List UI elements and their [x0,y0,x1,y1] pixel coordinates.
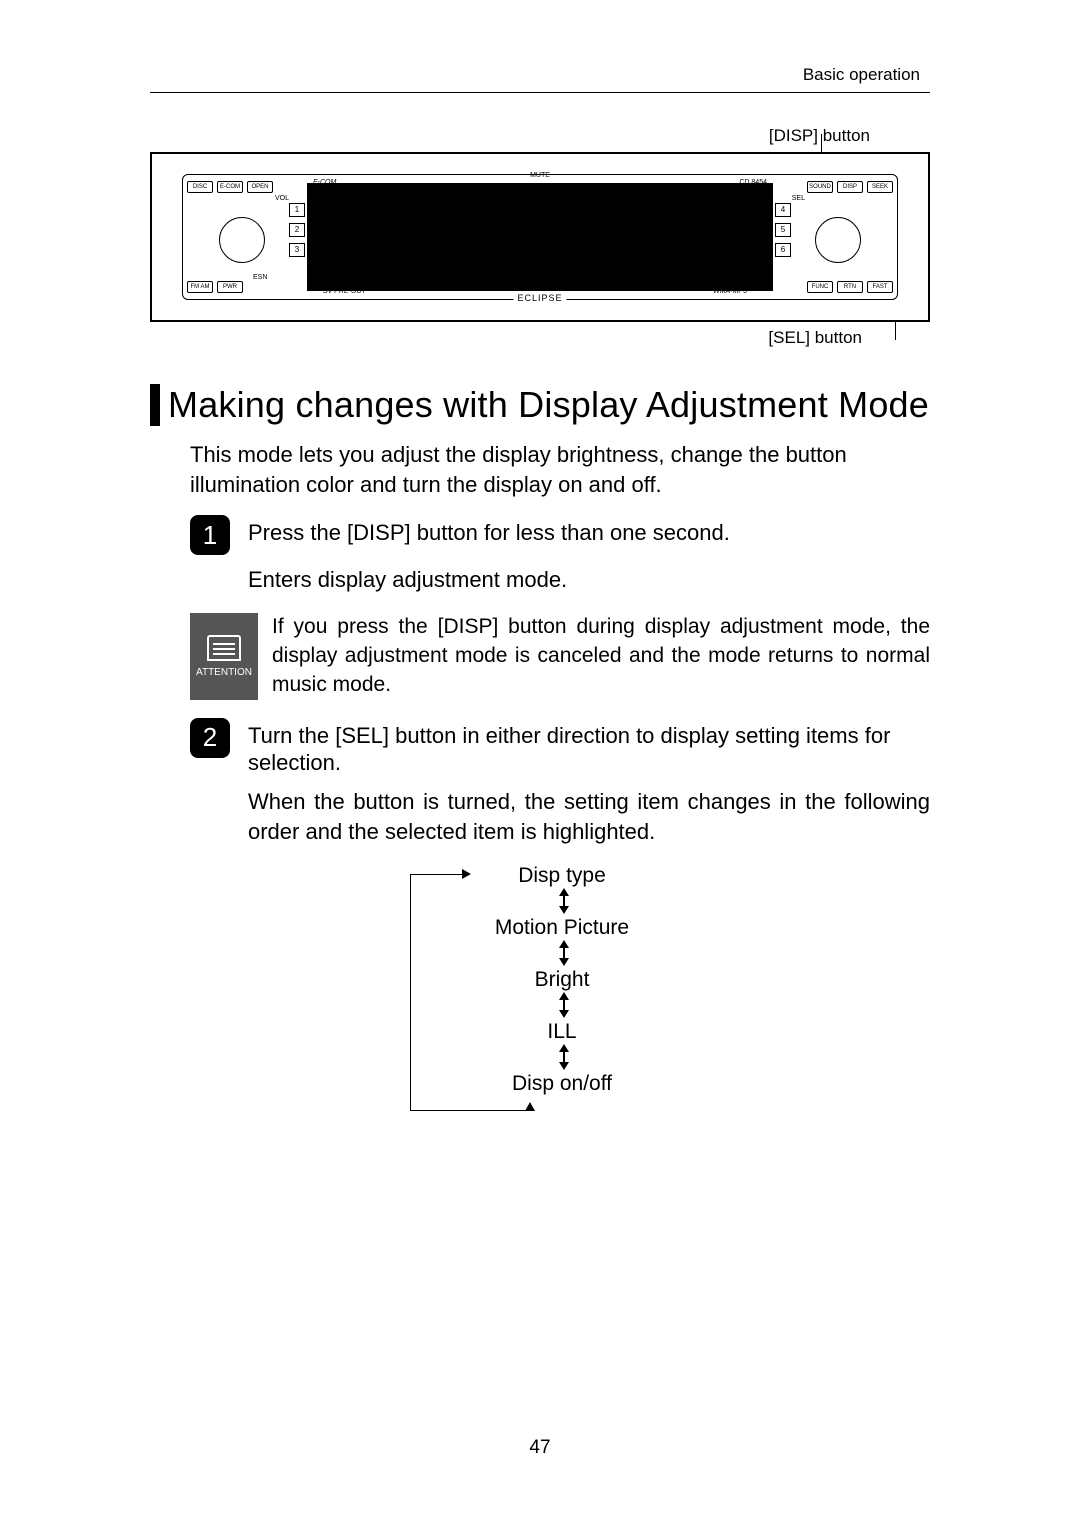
updown-arrow-icon [558,940,570,966]
step-title: Press the [DISP] button for less than on… [248,515,730,555]
cycle-loop-bottom [410,1110,530,1111]
intro-paragraph: This mode lets you adjust the display br… [190,440,930,499]
preset-2: 2 [289,223,305,237]
ecom-button: E-COM [217,181,243,193]
step-2: 2 Turn the [SEL] button in either direct… [190,718,930,777]
fmam-button: FM AM [187,281,213,293]
attention-text: If you press the [DISP] button during di… [272,613,930,700]
cycle-item: ILL [472,1020,652,1044]
func-button: FUNC [807,281,833,293]
preset-4: 4 [775,203,791,217]
esn-label: ESN [253,274,267,281]
updown-arrow-icon [558,888,570,914]
cycle-item: Motion Picture [472,916,652,940]
disc-button: DISC [187,181,213,193]
updown-arrow-icon [558,1044,570,1070]
disp-button: DISP [837,181,863,193]
step-title: Turn the [SEL] button in either directio… [248,718,930,777]
section-heading-row: Making changes with Display Adjustment M… [150,384,930,426]
callout-sel-button: [SEL] button [150,328,930,348]
sound-button: SOUND [807,181,833,193]
cycle-item: Disp on/off [472,1072,652,1096]
step-number-badge: 2 [190,718,230,758]
step-body: When the button is turned, the setting i… [248,787,930,846]
mute-label: MUTE [530,172,550,179]
book-icon [207,635,241,661]
step-number-badge: 1 [190,515,230,555]
attention-label: ATTENTION [196,667,252,678]
step-body: Enters display adjustment mode. [248,565,930,595]
vol-label: VOL [275,195,289,202]
step-1: 1 Press the [DISP] button for less than … [190,515,930,555]
cycle-diagram: Disp type Motion Picture Bright ILL Disp… [410,864,670,1124]
preset-6: 6 [775,243,791,257]
stereo-faceplate-outline: MUTE DISC E-COM OPEN SOUND DISP SEEK FM … [150,152,930,322]
content-area: [DISP] button MUTE DISC E-COM OPEN SOUND… [150,120,930,1124]
open-button: OPEN [247,181,273,193]
header-rule [150,92,930,93]
callout-disp-button: [DISP] button [150,126,930,146]
cycle-loop-line [410,874,411,1110]
leader-line-sel [895,322,896,340]
fast-button: FAST [867,281,893,293]
attention-note: ATTENTION If you press the [DISP] button… [190,613,930,700]
page-number: 47 [529,1437,550,1459]
seek-button: SEEK [867,181,893,193]
rtn-button: RTN [837,281,863,293]
right-rotary-knob-sel [815,217,861,263]
arrow-up-icon [525,1102,535,1111]
preset-1: 1 [289,203,305,217]
wma-mp3-label: WMA·MP3 [713,288,747,295]
cycle-item: Bright [472,968,652,992]
header-section: Basic operation [803,65,920,85]
attention-badge: ATTENTION [190,613,258,700]
preset-3: 3 [289,243,305,257]
eclipse-brand: ECLIPSE [513,293,566,303]
arrow-right-icon [462,869,471,879]
leader-line-disp [821,134,822,152]
cycle-loop-top [410,874,468,875]
stereo-diagram: MUTE DISC E-COM OPEN SOUND DISP SEEK FM … [150,152,930,322]
model-label: CD 8454 [739,179,767,186]
pwr-button: PWR [217,281,243,293]
updown-arrow-icon [558,992,570,1018]
sel-label: SEL [792,195,805,202]
section-heading-bar [150,384,160,426]
left-rotary-knob [219,217,265,263]
manual-page: Basic operation [DISP] button MUTE DISC … [0,0,1080,1533]
section-heading: Making changes with Display Adjustment M… [168,384,929,426]
preset-5: 5 [775,223,791,237]
cycle-item: Disp type [472,864,652,888]
stereo-display-screen [307,183,773,291]
sv-preout-label: SV PRE-OUT [323,288,366,295]
stereo-faceplate: MUTE DISC E-COM OPEN SOUND DISP SEEK FM … [182,174,898,300]
ecom-brand-label: E-COM [313,179,336,186]
